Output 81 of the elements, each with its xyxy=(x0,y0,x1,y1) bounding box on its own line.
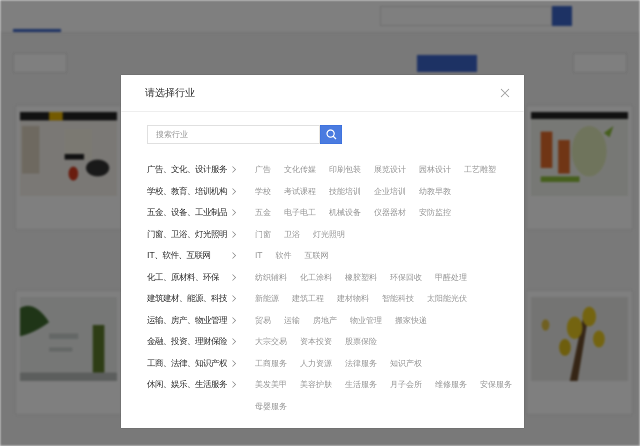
industry-option[interactable]: 安防监控 xyxy=(419,202,451,224)
chevron-right-icon xyxy=(232,295,236,302)
industry-option[interactable]: 灯光照明 xyxy=(313,224,345,245)
industry-option[interactable]: 广告 xyxy=(255,159,271,180)
industry-option[interactable]: 资本投资 xyxy=(300,331,332,352)
industry-option[interactable]: 运输 xyxy=(284,310,300,331)
category-name[interactable]: 学校、教育、培训机构 xyxy=(147,180,227,202)
search-icon xyxy=(326,129,336,140)
chevron-right-icon xyxy=(232,230,236,238)
category-name[interactable]: 化工、原材料、环保 xyxy=(147,266,219,288)
industry-option[interactable]: 工艺雕塑 xyxy=(464,159,496,180)
industry-option[interactable]: 搬家快递 xyxy=(395,310,427,331)
industry-option[interactable]: 机械设备 xyxy=(329,202,361,224)
category-name[interactable]: 五金、设备、工业制品 xyxy=(147,202,227,224)
industry-option[interactable]: 环保回收 xyxy=(390,266,422,288)
industry-option[interactable]: 美容护肤 xyxy=(300,374,332,396)
category-name[interactable]: 工商、法律、知识产权 xyxy=(147,352,227,374)
industry-option[interactable]: 橡胶塑料 xyxy=(345,266,377,288)
industry-option[interactable]: 纺织辅料 xyxy=(255,266,287,288)
category-name[interactable]: 门窗、卫浴、灯光照明 xyxy=(147,224,227,245)
industry-option[interactable]: 大宗交易 xyxy=(255,331,287,352)
industry-option[interactable]: 人力资源 xyxy=(300,352,332,374)
industry-option[interactable]: 五金 xyxy=(255,202,271,224)
industry-option[interactable]: 化工涂料 xyxy=(300,266,332,288)
industry-option[interactable]: 互联网 xyxy=(304,245,328,266)
search-button[interactable] xyxy=(320,125,342,144)
chevron-right-icon xyxy=(232,360,236,367)
industry-option[interactable]: 母婴服务 xyxy=(255,396,287,417)
industry-option[interactable]: 软件 xyxy=(275,245,292,266)
industry-option[interactable]: 门窗 xyxy=(255,224,271,245)
category-name[interactable]: 广告、文化、设计服务 xyxy=(147,159,227,180)
chevron-right-icon xyxy=(232,166,236,174)
industry-option[interactable]: 甲醛处理 xyxy=(435,266,467,288)
category-name[interactable]: IT、软件、互联网 xyxy=(147,245,211,266)
industry-option[interactable]: 学校 xyxy=(255,180,271,202)
industry-option[interactable]: 卫浴 xyxy=(284,224,300,245)
chevron-right-icon xyxy=(232,274,236,281)
industry-option[interactable]: 考试课程 xyxy=(284,180,316,202)
tab-underline xyxy=(13,29,61,32)
industry-option[interactable]: 股票保险 xyxy=(345,331,377,352)
industry-option[interactable]: 建材物料 xyxy=(337,288,369,310)
industry-option[interactable]: 房地产 xyxy=(313,310,337,331)
industry-option[interactable]: 月子会所 xyxy=(390,374,422,396)
industry-option[interactable]: IT xyxy=(255,245,262,266)
industry-option[interactable]: 知识产权 xyxy=(390,352,422,374)
industry-option[interactable]: 幼教早教 xyxy=(419,180,451,202)
chevron-right-icon xyxy=(232,338,236,346)
category-name[interactable]: 运输、房产、物业管理 xyxy=(147,310,227,331)
dialog-title: 请选择行业 xyxy=(145,86,195,100)
filter-tab[interactable] xyxy=(417,54,477,72)
chevron-right-icon xyxy=(232,209,236,216)
industry-option[interactable]: 智能科技 xyxy=(382,288,414,310)
industry-option[interactable]: 企业培训 xyxy=(374,180,406,202)
industry-option[interactable]: 印刷包装 xyxy=(329,159,361,180)
category-name[interactable]: 金融、投资、理财保险 xyxy=(147,331,227,352)
industry-option[interactable]: 物业管理 xyxy=(350,310,382,331)
chevron-right-icon xyxy=(232,188,236,195)
industry-option[interactable]: 建筑工程 xyxy=(292,288,324,310)
close-icon[interactable] xyxy=(500,88,510,98)
chevron-right-icon xyxy=(232,252,236,260)
chevron-right-icon xyxy=(232,316,236,324)
industry-option[interactable]: 法律服务 xyxy=(345,352,377,374)
industry-option[interactable]: 维修服务 xyxy=(435,374,467,396)
industry-option[interactable]: 技能培训 xyxy=(329,180,361,202)
industry-option[interactable]: 贸易 xyxy=(255,310,271,331)
industry-option[interactable]: 仪器器材 xyxy=(374,202,406,224)
industry-option[interactable]: 工商服务 xyxy=(255,352,287,374)
industry-option[interactable]: 电子电工 xyxy=(284,202,316,224)
chevron-right-icon xyxy=(232,381,236,388)
industry-option[interactable]: 文化传媒 xyxy=(284,159,316,180)
search-field[interactable]: 搜索行业 xyxy=(147,125,320,144)
industry-option[interactable]: 园林设计 xyxy=(419,159,451,180)
search-button[interactable] xyxy=(552,6,572,26)
industry-option[interactable]: 生活服务 xyxy=(345,374,377,396)
industry-option[interactable]: 太阳能光伏 xyxy=(427,288,467,310)
industry-option[interactable]: 新能源 xyxy=(255,288,279,310)
industry-option[interactable]: 安保服务 xyxy=(480,374,512,396)
category-name[interactable]: 休闲、娱乐、生活服务 xyxy=(147,374,227,396)
category-name[interactable]: 建筑建材、能源、科技 xyxy=(147,288,227,310)
industry-option[interactable]: 展览设计 xyxy=(374,159,406,180)
industry-option[interactable]: 美发美甲 xyxy=(255,374,287,396)
